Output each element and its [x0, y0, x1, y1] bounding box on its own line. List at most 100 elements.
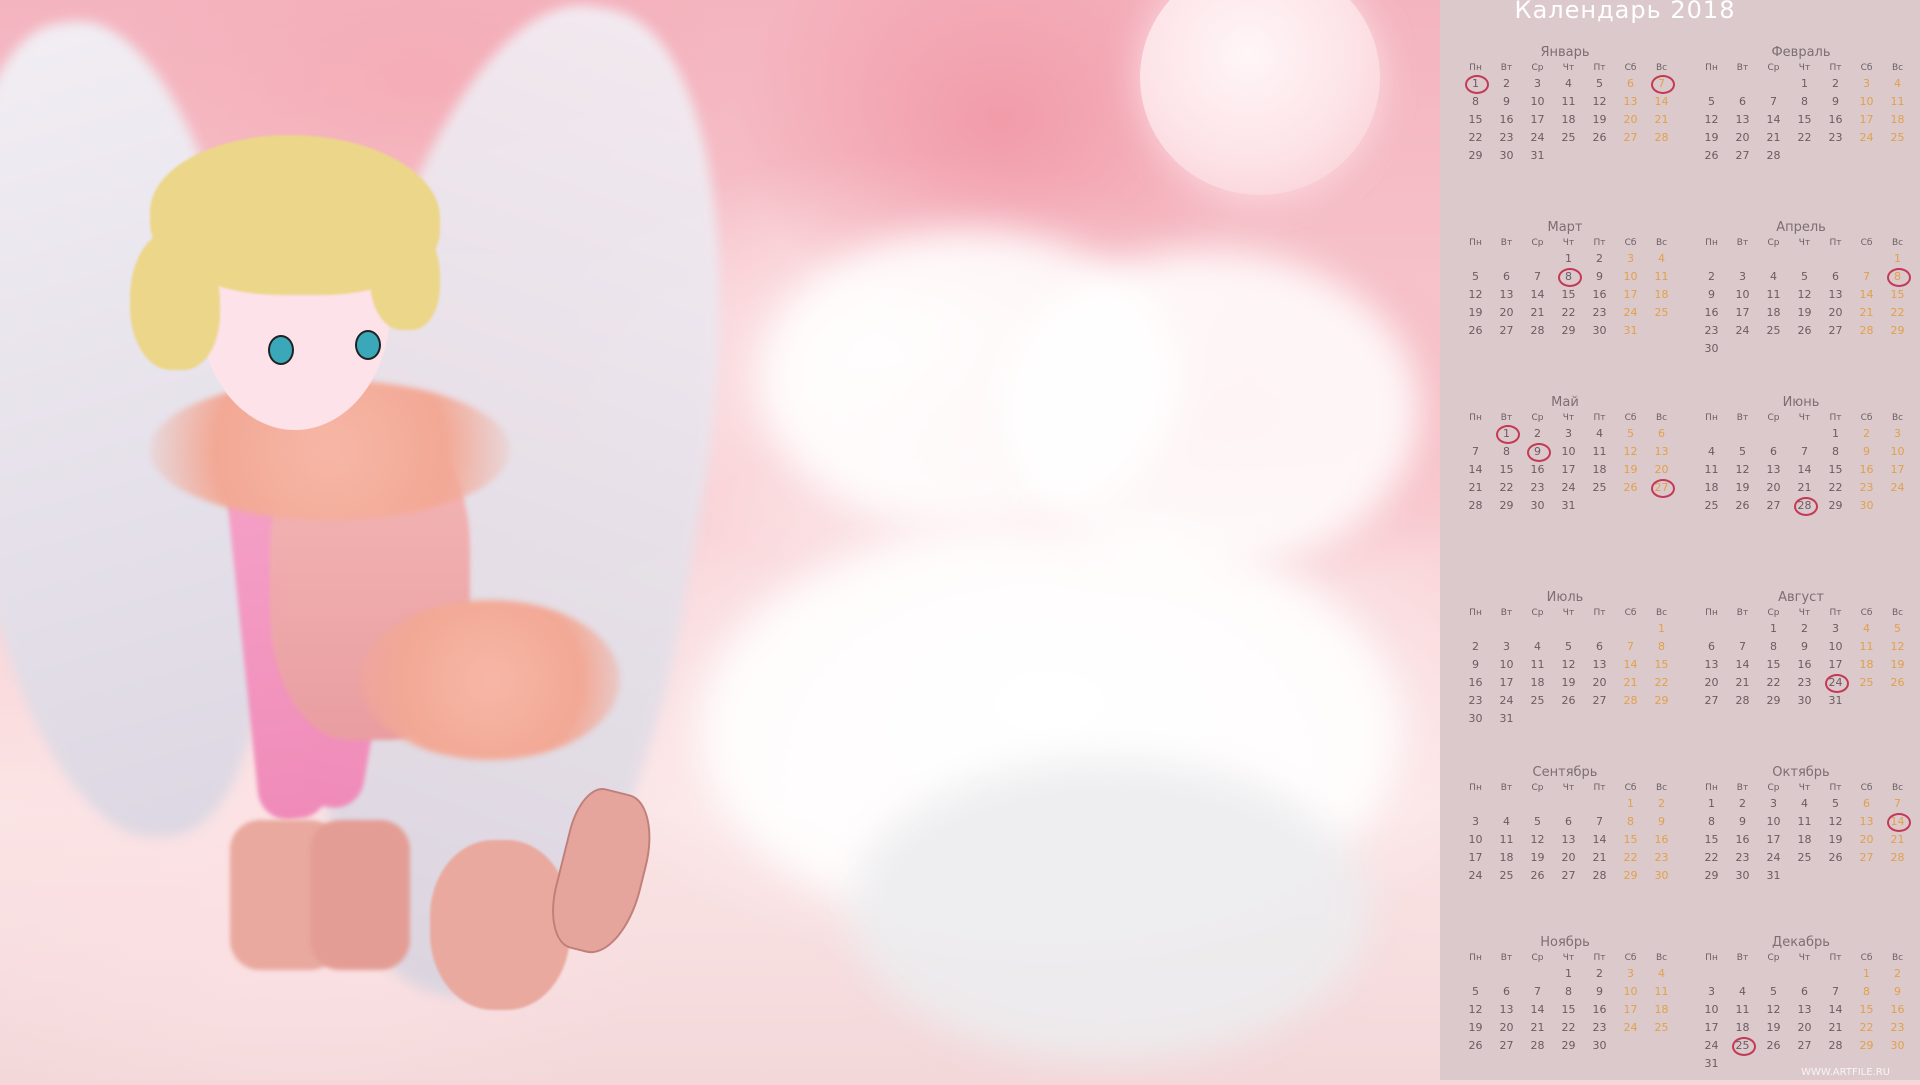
day-cell: 15 [1499, 463, 1514, 476]
weekday-label: Ср [1531, 63, 1544, 73]
day-cell: 21 [1735, 676, 1750, 689]
month-name: Август [1778, 590, 1824, 605]
weekday-label: Чт [1798, 953, 1811, 963]
weekday-label: Чт [1798, 63, 1811, 73]
day-cell: 27 [1646, 479, 1677, 498]
week-row: 11 12 13 14 15 16 17 [1696, 461, 1906, 479]
empty-cell [1882, 497, 1913, 515]
day-cell: 23 [1797, 676, 1812, 689]
day-cell: 11 [1654, 985, 1669, 998]
day-cell: 6 [1627, 77, 1634, 90]
day-cell: 7 [1534, 270, 1541, 283]
day-cell: 17 [1704, 1021, 1719, 1034]
day-cell: 5 [1739, 445, 1746, 458]
day-cell: 1 [1894, 252, 1901, 265]
weekday-label: Вс [1891, 63, 1904, 73]
empty-cell [1646, 322, 1677, 340]
day-cell: 13 [1654, 445, 1669, 458]
day-cell: 19 [1766, 1021, 1781, 1034]
day-cell: 15 [1828, 463, 1843, 476]
weekday-label: Ср [1531, 413, 1544, 423]
empty-cell [1491, 965, 1522, 983]
day-cell: 19 [1592, 113, 1607, 126]
day-cell: 5 [1801, 270, 1808, 283]
weekday-header: Пн Вт Ср Чт Пт Сб Вс [1696, 951, 1906, 965]
week-row: 5 6 7 8 9 10 11 [1460, 983, 1670, 1001]
week-row: 12 [1460, 795, 1670, 813]
empty-cell [1789, 425, 1820, 443]
weekday-header: Пн Вт Ср Чт Пт Сб Вс [1460, 606, 1670, 620]
weekday-label: Пт [1829, 608, 1842, 618]
day-cell: 3 [1708, 985, 1715, 998]
day-cell: 27 [1828, 324, 1843, 337]
boa-skirt [360, 600, 620, 760]
day-cell: 1 [1708, 797, 1715, 810]
empty-cell [1460, 620, 1491, 638]
day-cell: 18 [1890, 113, 1905, 126]
weekday-header: Пн Вт Ср Чт Пт Сб Вс [1460, 61, 1670, 75]
day-cell: 16 [1654, 833, 1669, 846]
weekday-label: Сб [1624, 608, 1637, 618]
month-10: Октябрь Пн Вт Ср Чт Пт Сб Вс 1 2 3 4 5 6 7 8 9 10 11 12 13 14… [1696, 765, 1911, 915]
day-cell: 9 [1832, 95, 1839, 108]
day-cell: 13 [1828, 288, 1843, 301]
day-cell: 31 [1530, 149, 1545, 162]
day-cell: 2 [1534, 427, 1541, 440]
day-cell: 8 [1801, 95, 1808, 108]
day-cell: 29 [1561, 324, 1576, 337]
day-cell: 10 [1890, 445, 1905, 458]
day-cell: 10 [1530, 95, 1545, 108]
weekday-label: Вт [1500, 953, 1513, 963]
week-row: 8 9 10 11 12 13 14 [1460, 93, 1670, 111]
weekday-label: Вс [1655, 953, 1668, 963]
empty-cell [1615, 147, 1646, 165]
day-cell: 19 [1797, 306, 1812, 319]
day-cell: 4 [1739, 985, 1746, 998]
empty-cell [1851, 692, 1882, 710]
day-cell: 6 [1770, 445, 1777, 458]
day-cell: 18 [1499, 851, 1514, 864]
day-cell: 11 [1704, 463, 1719, 476]
weekday-label: Вт [1736, 238, 1749, 248]
day-cell: 11 [1735, 1003, 1750, 1016]
weekday-label: Сб [1860, 63, 1873, 73]
weekday-label: Вт [1736, 608, 1749, 618]
empty-cell [1851, 867, 1882, 885]
weekday-label: Чт [1562, 953, 1575, 963]
day-cell: 30 [1704, 342, 1719, 355]
empty-cell [1460, 795, 1491, 813]
day-cell: 1 [1460, 75, 1491, 94]
day-cell: 10 [1704, 1003, 1719, 1016]
day-cell: 17 [1623, 1003, 1638, 1016]
weekday-header: Пн Вт Ср Чт Пт Сб Вс [1696, 606, 1906, 620]
day-cell: 11 [1530, 658, 1545, 671]
day-cell: 19 [1623, 463, 1638, 476]
day-cell: 23 [1735, 851, 1750, 864]
empty-cell [1820, 250, 1851, 268]
empty-cell [1851, 340, 1882, 358]
day-cell: 14 [1530, 1003, 1545, 1016]
week-row: 9 10 11 12 13 14 15 [1460, 656, 1670, 674]
day-cell: 8 [1503, 445, 1510, 458]
empty-cell [1584, 710, 1615, 728]
day-cell: 17 [1890, 463, 1905, 476]
empty-cell [1727, 965, 1758, 983]
week-row: 25 26 27 28 29 30 [1696, 497, 1906, 516]
empty-cell [1696, 620, 1727, 638]
weekday-label: Пн [1705, 63, 1718, 73]
day-cell: 23 [1654, 851, 1669, 864]
day-cell: 9 [1658, 815, 1665, 828]
weekday-label: Сб [1860, 783, 1873, 793]
month-name: Январь [1540, 45, 1590, 60]
day-cell: 21 [1797, 481, 1812, 494]
empty-cell [1646, 1037, 1677, 1055]
day-cell: 4 [1894, 77, 1901, 90]
weekday-label: Ср [1531, 608, 1544, 618]
day-cell: 15 [1797, 113, 1812, 126]
day-cell: 6 [1596, 640, 1603, 653]
day-cell: 12 [1890, 640, 1905, 653]
day-cell: 14 [1530, 288, 1545, 301]
weekday-label: Вс [1655, 608, 1668, 618]
empty-cell [1553, 147, 1584, 165]
weekday-label: Вс [1655, 783, 1668, 793]
